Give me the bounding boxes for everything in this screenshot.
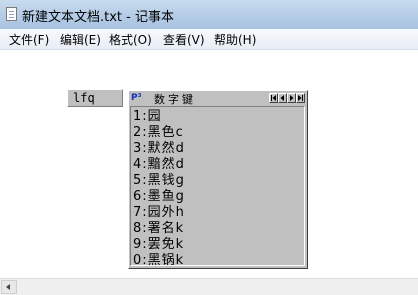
- candidate-number: 8: [133, 221, 143, 236]
- next-page-glyph: [290, 95, 294, 101]
- prev-page-glyph: [280, 95, 284, 101]
- candidate-item[interactable]: 6:墨鱼g: [133, 189, 185, 205]
- candidate-number: 7: [133, 205, 143, 220]
- candidate-text: 罢免k: [147, 237, 185, 252]
- last-page-icon[interactable]: [296, 93, 305, 103]
- menu-file[interactable]: 文件(F): [9, 31, 49, 48]
- menu-view[interactable]: 查看(V): [163, 31, 205, 48]
- window-titlebar[interactable]: 新建文本文档.txt - 记事本: [0, 0, 418, 29]
- candidate-text: 黑锅k: [147, 253, 185, 268]
- candidate-item[interactable]: 1:园: [133, 109, 162, 125]
- candidate-text: 黑色c: [147, 125, 184, 140]
- candidate-number: 2: [133, 125, 143, 140]
- notepad-document-icon: [6, 7, 17, 21]
- candidate-item[interactable]: 0:黑锅k: [133, 253, 184, 269]
- candidate-item[interactable]: 9:罢免k: [133, 237, 184, 253]
- horizontal-scrollbar[interactable]: [0, 278, 418, 295]
- candidate-number: 5: [133, 173, 143, 188]
- candidate-text: 默然d: [147, 141, 185, 156]
- ime-candidate-list: 1:园 2:黑色c 3:默然d 4:黯然d 5:黑钱g 6:墨鱼g 7:园外h …: [130, 106, 305, 269]
- ime-typed-text: lfq: [73, 91, 95, 105]
- candidate-item[interactable]: 3:默然d: [133, 141, 185, 157]
- candidate-text: 黑钱g: [147, 173, 185, 188]
- candidate-item[interactable]: 4:黯然d: [133, 157, 185, 173]
- candidate-item[interactable]: 7:园外h: [133, 205, 185, 221]
- ime-logo-icon: P³: [131, 93, 142, 103]
- candidate-item[interactable]: 5:黑钱g: [133, 173, 185, 189]
- menu-bar: 文件(F) 编辑(E) 格式(O) 查看(V) 帮助(H): [0, 29, 418, 50]
- ime-composition-window: lfq: [67, 89, 123, 107]
- menu-help[interactable]: 帮助(H): [214, 31, 256, 48]
- menu-edit[interactable]: 编辑(E): [60, 31, 101, 48]
- candidate-number: 4: [133, 157, 143, 172]
- candidate-text: 署名k: [147, 221, 185, 236]
- window-title: 新建文本文档.txt - 记事本: [22, 10, 174, 25]
- candidate-number: 0: [133, 253, 143, 268]
- candidate-item[interactable]: 8:署名k: [133, 221, 184, 237]
- first-page-glyph: [271, 95, 276, 101]
- first-page-icon[interactable]: [269, 93, 278, 103]
- candidate-number: 3: [133, 141, 143, 156]
- candidate-text: 黯然d: [147, 157, 185, 172]
- candidate-text: 园外h: [147, 205, 185, 220]
- ime-candidate-window: P³ 数字键 1:园 2:黑色c 3:默然d 4:黯然d 5:黑钱g 6:墨鱼g…: [128, 90, 308, 269]
- candidate-text: 园: [147, 109, 162, 124]
- scroll-left-icon[interactable]: [1, 280, 17, 294]
- candidate-text: 墨鱼g: [147, 189, 185, 204]
- candidate-number: 9: [133, 237, 143, 252]
- ime-mode-title: 数字键: [154, 93, 196, 106]
- menu-format[interactable]: 格式(O): [109, 31, 152, 48]
- candidate-number: 1: [133, 109, 143, 124]
- candidate-number: 6: [133, 189, 143, 204]
- next-page-icon[interactable]: [287, 93, 296, 103]
- candidate-item[interactable]: 2:黑色c: [133, 125, 184, 141]
- prev-page-icon[interactable]: [278, 93, 287, 103]
- last-page-glyph: [298, 95, 303, 101]
